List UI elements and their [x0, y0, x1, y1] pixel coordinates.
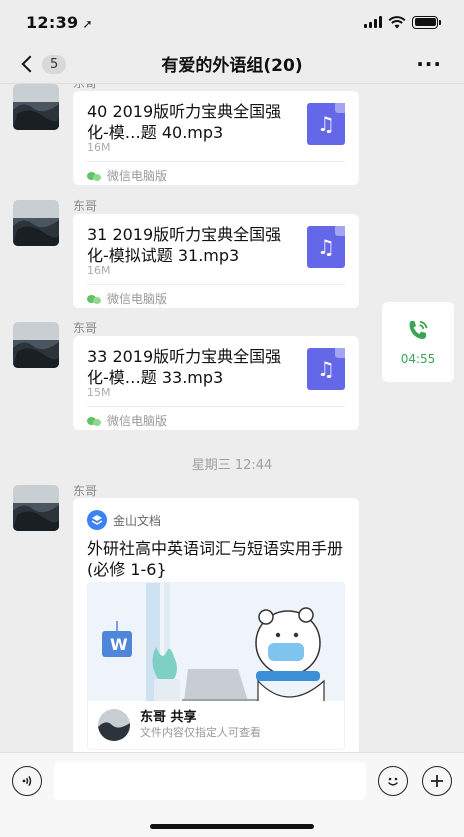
location-arrow-icon: ➚	[82, 16, 93, 31]
source-label: 微信电脑版	[107, 414, 168, 428]
sender-name: 东哥	[73, 84, 97, 91]
chevron-left-icon	[21, 55, 39, 73]
divider	[87, 284, 345, 285]
wechat-icon	[87, 416, 101, 426]
file-message[interactable]: 40 2019版听力宝典全国强化-模…题 40.mp3 16M ♫ 微信电脑版	[73, 91, 359, 185]
share-text: 东哥 共享	[140, 710, 197, 725]
home-indicator	[150, 824, 314, 829]
voice-input-button[interactable]	[12, 766, 42, 796]
file-size: 15M	[87, 386, 111, 399]
app-name: 金山文档	[113, 513, 162, 528]
message-input[interactable]	[54, 762, 366, 800]
music-file-icon: ♫	[307, 348, 345, 390]
more-button[interactable]: ···	[416, 52, 442, 76]
source-label: 微信电脑版	[107, 292, 168, 306]
source-label: 微信电脑版	[107, 169, 168, 183]
permission-note: 文件内容仅指定人可查看	[140, 726, 261, 739]
avatar[interactable]	[13, 322, 59, 368]
battery-icon	[412, 15, 441, 29]
chat-area[interactable]: 东哥 40 2019版听力宝典全国强化-模…题 40.mp3 16M ♫ 微信电…	[0, 84, 464, 752]
status-bar: 12:39 ➚	[0, 0, 464, 44]
file-source: 微信电脑版	[87, 290, 167, 307]
shared-doc-message[interactable]: 金山文档 外研社高中英语词汇与短语实用手册 (必修 1-6} W 东哥 共享 文…	[73, 498, 359, 752]
doc-title: 外研社高中英语词汇与短语实用手册 (必修 1-6}	[87, 539, 344, 579]
voice-icon	[22, 775, 32, 787]
doc-footer: 东哥 共享 文件内容仅指定人可查看	[88, 701, 344, 749]
phone-call-icon	[409, 320, 428, 340]
file-message[interactable]: 31 2019版听力宝典全国强化-模拟试题 31.mp3 16M ♫ 微信电脑版	[73, 214, 359, 308]
page-title: 有爱的外语组(20)	[161, 56, 303, 76]
timestamp: 星期三 12:44	[191, 458, 273, 473]
music-file-icon: ♫	[307, 103, 345, 145]
divider	[87, 161, 345, 162]
status-indicators	[364, 15, 441, 29]
sender-name: 东哥	[73, 321, 98, 335]
file-size: 16M	[87, 141, 111, 154]
chat-header: 5 有爱的外语组(20) ···	[0, 44, 464, 84]
avatar[interactable]	[13, 485, 59, 531]
file-source: 微信电脑版	[87, 412, 167, 429]
plus-icon	[431, 775, 443, 787]
wechat-icon	[87, 171, 101, 181]
sharer-avatar	[98, 709, 130, 741]
doc-app: 金山文档	[87, 510, 161, 530]
doc-illustration: W	[88, 583, 344, 704]
divider	[87, 406, 345, 407]
file-title: 40 2019版听力宝典全国强化-模…题 40.mp3	[87, 102, 282, 142]
file-source: 微信电脑版	[87, 167, 167, 184]
unread-badge: 5	[42, 54, 67, 74]
svg-text:W: W	[110, 635, 128, 654]
kingsoft-docs-icon	[87, 510, 107, 530]
emoji-button[interactable]	[378, 766, 408, 796]
more-actions-button[interactable]	[422, 766, 452, 796]
smiley-icon	[388, 777, 398, 786]
file-title: 33 2019版听力宝典全国强化-模…题 33.mp3	[87, 347, 282, 387]
wechat-icon	[87, 294, 101, 304]
back-button[interactable]: 5	[20, 50, 67, 78]
status-time: 12:39 ➚	[26, 13, 93, 32]
file-title: 31 2019版听力宝典全国强化-模拟试题 31.mp3	[87, 225, 282, 265]
avatar[interactable]	[13, 200, 59, 246]
voice-call-message[interactable]: 04:55	[382, 302, 454, 382]
wifi-icon	[388, 15, 406, 28]
share-info: 东哥 共享 文件内容仅指定人可查看	[140, 710, 261, 740]
clock: 12:39	[26, 12, 79, 32]
call-duration: 04:55	[400, 352, 436, 366]
signal-icon	[364, 16, 382, 28]
file-size: 16M	[87, 264, 111, 277]
file-message[interactable]: 33 2019版听力宝典全国强化-模…题 33.mp3 15M ♫ 微信电脑版	[73, 336, 359, 430]
avatar[interactable]	[13, 84, 59, 130]
doc-preview: W 东哥 共享 文件内容仅指定人可查看	[87, 582, 345, 750]
sender-name: 东哥	[73, 484, 98, 498]
sender-name: 东哥	[73, 199, 98, 213]
music-file-icon: ♫	[307, 226, 345, 268]
